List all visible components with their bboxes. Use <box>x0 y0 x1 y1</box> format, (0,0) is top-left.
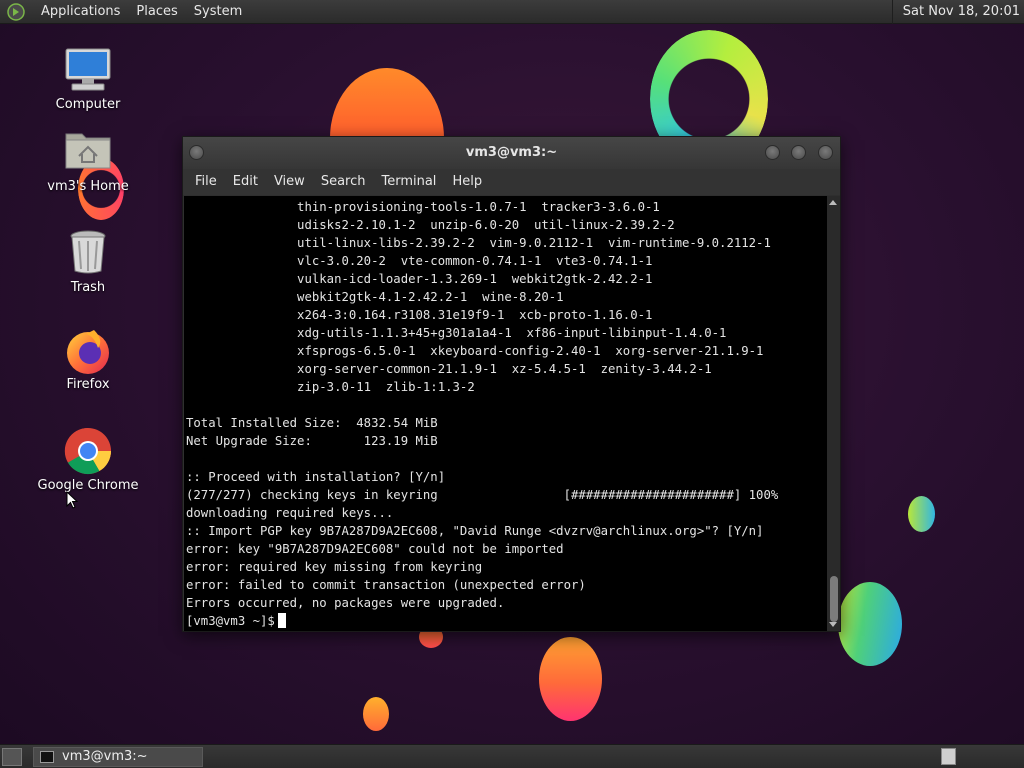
terminal-line: Errors occurred, no packages were upgrad… <box>186 596 505 610</box>
wallpaper-blob <box>363 697 389 731</box>
terminal-window[interactable]: vm3@vm3:~ File Edit View Search Terminal… <box>182 136 841 632</box>
terminal-line: thin-provisioning-tools-1.0.7-1 tracker3… <box>186 200 660 214</box>
desktop-icon-trash[interactable]: Trash <box>33 229 143 296</box>
wallpaper-blob <box>539 637 602 721</box>
minimize-button[interactable] <box>765 145 780 160</box>
window-titlebar[interactable]: vm3@vm3:~ <box>183 137 840 169</box>
terminal-line: webkit2gtk-4.1-2.42.2-1 wine-8.20-1 <box>186 290 564 304</box>
terminal-line: error: failed to commit transaction (une… <box>186 578 586 592</box>
applications-menu[interactable]: Applications <box>33 0 128 24</box>
menu-file[interactable]: File <box>187 169 225 195</box>
terminal-line: udisks2-2.10.1-2 unzip-6.0-20 util-linux… <box>186 218 675 232</box>
window-title: vm3@vm3:~ <box>465 145 558 160</box>
terminal-prompt: [vm3@vm3 ~]$ <box>186 614 275 628</box>
desktop-icon-chrome[interactable]: Google Chrome <box>33 427 143 494</box>
terminal-line: xdg-utils-1.1.3+45+g301a1a4-1 xf86-input… <box>186 326 727 340</box>
places-menu[interactable]: Places <box>128 0 185 24</box>
terminal-line: :: Proceed with installation? [Y/n] <box>186 470 446 484</box>
terminal-line: xorg-server-common-21.1.9-1 xz-5.4.5-1 z… <box>186 362 712 376</box>
mouse-pointer-icon <box>66 491 78 509</box>
system-menu[interactable]: System <box>186 0 250 24</box>
terminal-line: downloading required keys... <box>186 506 394 520</box>
terminal-line: error: required key missing from keyring <box>186 560 483 574</box>
desktop-icon-home[interactable]: vm3's Home <box>33 128 143 195</box>
menu-terminal[interactable]: Terminal <box>373 169 444 195</box>
taskbar-terminal-button[interactable]: vm3@vm3:~ <box>33 747 203 767</box>
maximize-button[interactable] <box>791 145 806 160</box>
terminal-line: error: key "9B7A287D9A2EC608" could not … <box>186 542 564 556</box>
desktop-icon-label: Google Chrome <box>37 478 139 493</box>
window-menu-button[interactable] <box>189 145 204 160</box>
terminal-line: zip-3.0-11 zlib-1:1.3-2 <box>186 380 475 394</box>
top-panel: Applications Places System Sat Nov 18, 2… <box>0 0 1024 24</box>
home-folder-icon <box>64 128 112 176</box>
terminal-scrollbar[interactable] <box>827 196 840 631</box>
scroll-down-arrow-icon[interactable] <box>829 622 837 627</box>
terminal-line: Net Upgrade Size: 123.19 MiB <box>186 434 438 448</box>
clock[interactable]: Sat Nov 18, 20:01 <box>891 0 1024 24</box>
scroll-thumb[interactable] <box>830 576 838 622</box>
trash-icon <box>64 229 112 277</box>
desktop-icon-label: Trash <box>70 280 106 295</box>
taskbar-label: vm3@vm3:~ <box>62 749 148 764</box>
menu-view[interactable]: View <box>266 169 313 195</box>
terminal-line: util-linux-libs-2.39.2-2 vim-9.0.2112-1 … <box>186 236 771 250</box>
desktop-icon-computer[interactable]: Computer <box>33 46 143 113</box>
wallpaper-blob <box>838 582 902 666</box>
desktop-icon-label: Firefox <box>66 377 110 392</box>
terminal-line: :: Import PGP key 9B7A287D9A2EC608, "Dav… <box>186 524 764 538</box>
terminal-line: Total Installed Size: 4832.54 MiB <box>186 416 438 430</box>
terminal-cursor <box>277 613 286 628</box>
mate-logo-icon[interactable] <box>7 2 25 21</box>
terminal-line: (277/277) checking keys in keyring [####… <box>186 488 779 502</box>
menu-search[interactable]: Search <box>313 169 374 195</box>
workspace-switcher[interactable] <box>941 748 956 765</box>
terminal-line: x264-3:0.164.r3108.31e19f9-1 xcb-proto-1… <box>186 308 653 322</box>
terminal-line: vlc-3.0.20-2 vte-common-0.74.1-1 vte3-0.… <box>186 254 653 268</box>
chrome-icon <box>64 427 112 475</box>
show-desktop-icon[interactable] <box>2 748 22 766</box>
menu-edit[interactable]: Edit <box>225 169 266 195</box>
desktop-icon-label: Computer <box>55 97 121 112</box>
scroll-up-arrow-icon[interactable] <box>829 200 837 205</box>
bottom-panel: vm3@vm3:~ <box>0 744 1024 768</box>
computer-icon <box>64 46 112 94</box>
firefox-icon <box>64 326 112 374</box>
menu-help[interactable]: Help <box>444 169 490 195</box>
terminal-icon <box>40 751 54 763</box>
terminal-line: vulkan-icd-loader-1.3.269-1 webkit2gtk-2… <box>186 272 653 286</box>
terminal-prompt-line[interactable]: [vm3@vm3 ~]$ <box>186 612 827 630</box>
desktop-icon-firefox[interactable]: Firefox <box>33 326 143 393</box>
terminal-line: xfsprogs-6.5.0-1 xkeyboard-config-2.40-1… <box>186 344 764 358</box>
window-menubar: File Edit View Search Terminal Help <box>183 169 840 195</box>
terminal-output[interactable]: thin-provisioning-tools-1.0.7-1 tracker3… <box>184 196 827 631</box>
desktop-icon-label: vm3's Home <box>47 179 129 194</box>
wallpaper-blob <box>908 496 935 532</box>
close-button[interactable] <box>818 145 833 160</box>
